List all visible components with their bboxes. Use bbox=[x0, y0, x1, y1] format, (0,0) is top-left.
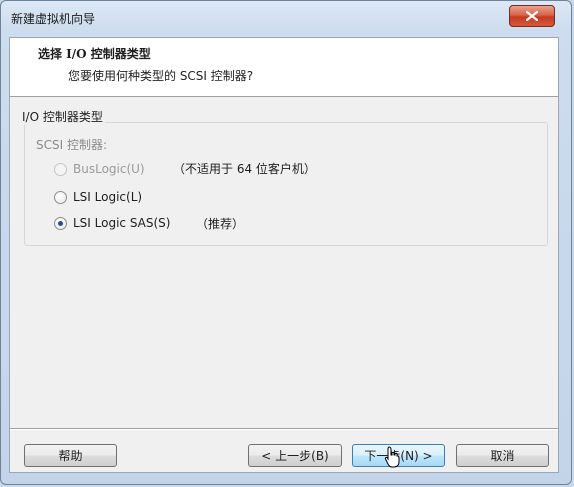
wizard-body: 选择 I/O 控制器类型 您要使用何种类型的 SCSI 控制器? I/O 控制器… bbox=[9, 37, 559, 473]
button-separator bbox=[10, 428, 558, 430]
scsi-controller-label: SCSI 控制器: bbox=[36, 138, 108, 152]
radio-lsi-logic-label[interactable]: LSI Logic(L) bbox=[73, 190, 142, 204]
cancel-button[interactable]: 取消 bbox=[456, 444, 549, 467]
radio-lsi-logic-sas[interactable]: LSI Logic SAS(S) bbox=[54, 216, 170, 230]
wizard-header: 选择 I/O 控制器类型 您要使用何种类型的 SCSI 控制器? bbox=[10, 38, 558, 97]
page-subtitle: 您要使用何种类型的 SCSI 控制器? bbox=[68, 69, 254, 83]
close-button[interactable] bbox=[509, 5, 555, 27]
radio-buslogic: BusLogic(U) bbox=[54, 162, 145, 176]
title-bar[interactable]: 新建虚拟机向导 bbox=[1, 1, 573, 37]
mouse-cursor-icon bbox=[384, 446, 400, 468]
radio-lsi-logic-circle[interactable] bbox=[54, 190, 67, 204]
radio-buslogic-label: BusLogic(U) bbox=[73, 162, 145, 176]
radio-buslogic-circle bbox=[54, 162, 67, 176]
help-button[interactable]: 帮助 bbox=[24, 444, 117, 467]
radio-lsi-logic-sas-circle[interactable] bbox=[54, 216, 67, 230]
page-title: 选择 I/O 控制器类型 bbox=[38, 47, 151, 61]
group-legend: I/O 控制器类型 bbox=[20, 108, 105, 125]
radio-selected-dot bbox=[58, 220, 63, 226]
radio-lsi-logic[interactable]: LSI Logic(L) bbox=[54, 190, 142, 204]
radio-buslogic-note: （不适用于 64 位客户机） bbox=[173, 162, 316, 176]
back-button[interactable]: < 上一步(B) bbox=[248, 444, 342, 467]
wizard-window: 新建虚拟机向导 选择 I/O 控制器类型 您要使用何种类型的 SCSI 控制器?… bbox=[0, 0, 572, 485]
radio-lsi-logic-sas-label[interactable]: LSI Logic SAS(S) bbox=[73, 216, 170, 230]
window-title: 新建虚拟机向导 bbox=[11, 12, 96, 26]
close-icon bbox=[526, 11, 538, 21]
radio-lsi-logic-sas-note: （推荐） bbox=[196, 217, 245, 231]
